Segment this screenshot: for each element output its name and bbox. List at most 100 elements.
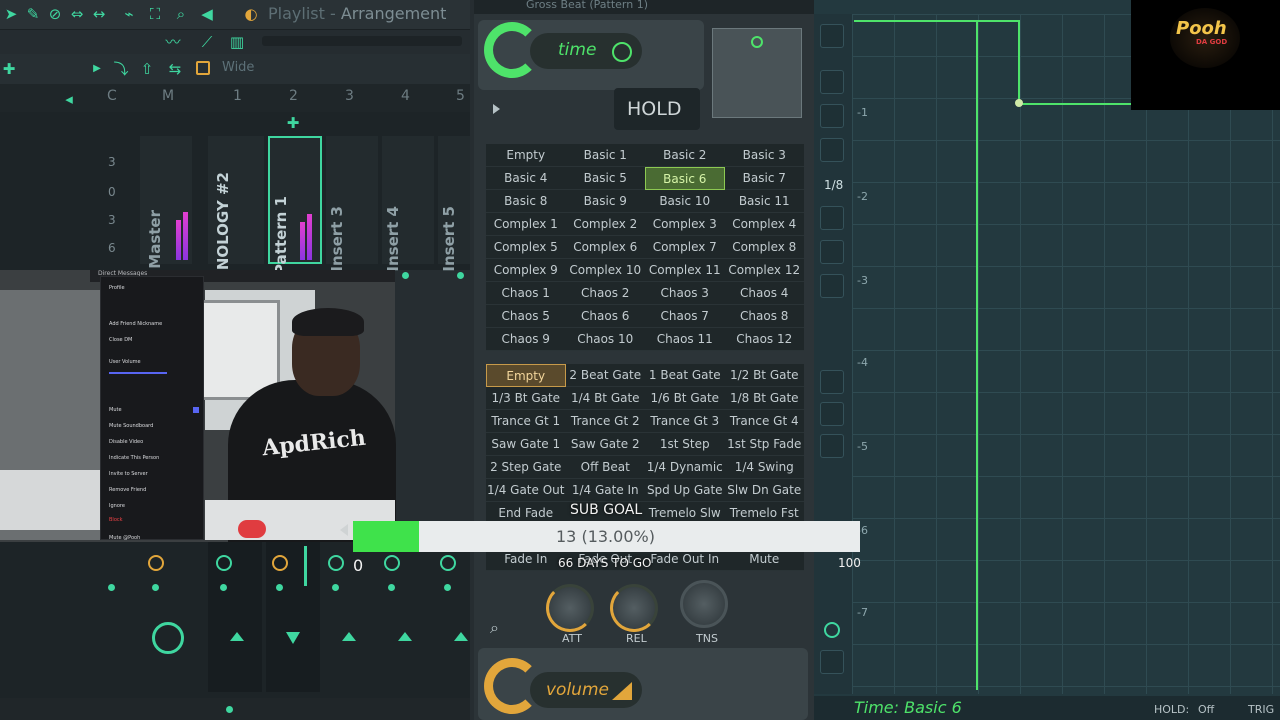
clock-icon[interactable] — [216, 555, 232, 571]
clock-icon[interactable] — [612, 42, 632, 62]
time-preset[interactable]: Basic 10 — [645, 190, 725, 213]
rel-knob[interactable] — [610, 584, 658, 632]
up-icon[interactable]: ⇧ — [138, 60, 156, 78]
clock-icon[interactable] — [328, 555, 344, 571]
volume-preset[interactable]: 1/6 Bt Gate — [645, 387, 725, 410]
route-dot[interactable] — [152, 584, 159, 591]
wide-checkbox[interactable] — [196, 61, 210, 75]
route-dot[interactable] — [444, 584, 451, 591]
time-preset[interactable]: Basic 2 — [645, 144, 725, 167]
select-icon[interactable]: ⛶ — [146, 5, 164, 23]
time-preset[interactable]: Chaos 3 — [645, 282, 725, 305]
volume-preset[interactable]: 1/4 Gate In — [565, 479, 645, 502]
editor-tool-button[interactable] — [820, 650, 844, 674]
volume-preset[interactable]: Saw Gate 1 — [486, 433, 566, 456]
time-preset[interactable]: Complex 8 — [724, 236, 804, 259]
volume-preset[interactable]: 1/3 Bt Gate — [486, 387, 566, 410]
waveform-icon[interactable]: 〰 — [164, 33, 182, 51]
editor-tool-button[interactable] — [820, 104, 844, 128]
time-preset[interactable]: Complex 5 — [486, 236, 566, 259]
time-preset[interactable]: Complex 2 — [565, 213, 645, 236]
xy-pad-handle[interactable] — [751, 36, 763, 48]
volume-preset[interactable]: Trance Gt 1 — [486, 410, 566, 433]
time-preset[interactable]: Complex 11 — [645, 259, 725, 282]
time-preset[interactable]: Basic 7 — [724, 167, 804, 190]
snap-tool-button[interactable] — [820, 434, 844, 458]
menu-item-close-dm[interactable]: Close DM — [109, 337, 132, 343]
editor-tool-button[interactable] — [820, 138, 844, 162]
send-arrow-icon[interactable] — [398, 632, 412, 641]
time-preset[interactable]: Basic 3 — [724, 144, 804, 167]
volume-preset[interactable]: 2 Step Gate — [486, 456, 566, 479]
tns-knob[interactable] — [680, 580, 728, 628]
time-preset[interactable]: Complex 1 — [486, 213, 566, 236]
volume-preset[interactable]: 1 Beat Gate — [645, 364, 725, 387]
step-size-label[interactable]: 1/8 — [824, 178, 843, 192]
att-knob[interactable] — [546, 584, 594, 632]
hold-selector[interactable]: HOLD: Off TRIG — [1148, 700, 1280, 720]
time-preset[interactable]: Basic 5 — [565, 167, 645, 190]
editor-tool-button[interactable] — [820, 206, 844, 230]
volume-preset[interactable]: 1/4 Swing — [724, 456, 804, 479]
route-dot[interactable] — [388, 584, 395, 591]
envelope-segment[interactable] — [1018, 20, 1020, 104]
menu-item-profile[interactable]: Profile — [109, 285, 125, 291]
clock-icon[interactable] — [384, 555, 400, 571]
zoom-icon[interactable]: ⌕ — [172, 5, 190, 23]
speaker-icon[interactable]: ◀ — [198, 5, 216, 23]
scroll-bar[interactable] — [262, 36, 462, 46]
route-icon[interactable]: ⤵ — [112, 60, 130, 78]
clock-icon[interactable] — [440, 555, 456, 571]
time-preset[interactable]: Chaos 8 — [724, 305, 804, 328]
route-dot[interactable] — [276, 584, 283, 591]
time-preset[interactable]: Complex 9 — [486, 259, 566, 282]
hangup-button[interactable] — [238, 520, 266, 538]
time-preset[interactable]: Empty — [486, 144, 566, 167]
add-icon[interactable]: ✚ — [284, 114, 302, 132]
time-preset[interactable]: Chaos 10 — [565, 328, 645, 351]
volume-preset[interactable]: 1/8 Bt Gate — [724, 387, 804, 410]
volume-preset[interactable]: Trance Gt 3 — [645, 410, 725, 433]
editor-tool-button[interactable] — [820, 274, 844, 298]
menu-item-ignore[interactable]: Ignore — [109, 503, 125, 509]
search-icon[interactable]: ⌕ — [490, 618, 499, 638]
route-dot[interactable] — [220, 584, 227, 591]
time-preset[interactable]: Chaos 4 — [724, 282, 804, 305]
editor-tool-button[interactable] — [820, 70, 844, 94]
volume-preset[interactable]: 1/4 Bt Gate — [565, 387, 645, 410]
arrow-tool-button[interactable] — [820, 402, 844, 426]
menu-item-mute-soundboard[interactable]: Mute Soundboard — [109, 423, 153, 429]
lock-icon[interactable]: ◂ — [60, 90, 78, 108]
trig-label[interactable]: TRIG — [1248, 703, 1274, 716]
time-preset[interactable]: Chaos 1 — [486, 282, 566, 305]
edit-tool-button[interactable] — [820, 370, 844, 394]
menu-item-invite[interactable]: Invite to Server — [109, 471, 148, 477]
time-preset[interactable]: Complex 6 — [565, 236, 645, 259]
time-preset[interactable]: Chaos 9 — [486, 328, 566, 351]
time-preset[interactable]: Complex 7 — [645, 236, 725, 259]
route-dot[interactable] — [332, 584, 339, 591]
brush-icon[interactable]: ⟋ — [198, 33, 216, 51]
editor-tool-button[interactable] — [820, 240, 844, 264]
time-preset[interactable]: Basic 8 — [486, 190, 566, 213]
volume-preset[interactable]: 1st Step — [645, 433, 725, 456]
volume-preset[interactable]: Off Beat — [565, 456, 645, 479]
time-preset[interactable]: Chaos 7 — [645, 305, 725, 328]
time-preset[interactable]: Basic 1 — [565, 144, 645, 167]
volume-preset[interactable]: 1/4 Gate Out — [486, 479, 566, 502]
time-preset[interactable]: Basic 6 — [645, 167, 725, 190]
menu-item-mute-user[interactable]: Mute @Pooh — [109, 535, 140, 541]
volume-slider[interactable] — [109, 372, 167, 374]
pencil-icon[interactable]: ✎ — [24, 5, 42, 23]
clock-icon[interactable] — [824, 622, 840, 638]
editor-menu-button[interactable] — [820, 24, 844, 48]
volume-preset[interactable]: Trance Gt 2 — [565, 410, 645, 433]
menu-item-mute[interactable]: Mute — [109, 407, 122, 413]
time-preset[interactable]: Complex 10 — [565, 259, 645, 282]
volume-preset[interactable]: Spd Up Gate — [645, 479, 725, 502]
time-preset[interactable]: Complex 12 — [724, 259, 804, 282]
time-preset[interactable]: Basic 9 — [565, 190, 645, 213]
volume-preset[interactable]: Trance Gt 4 — [724, 410, 804, 433]
volume-preset[interactable]: 1st Stp Fade — [724, 433, 804, 456]
hold-value[interactable]: Off — [1198, 703, 1214, 716]
